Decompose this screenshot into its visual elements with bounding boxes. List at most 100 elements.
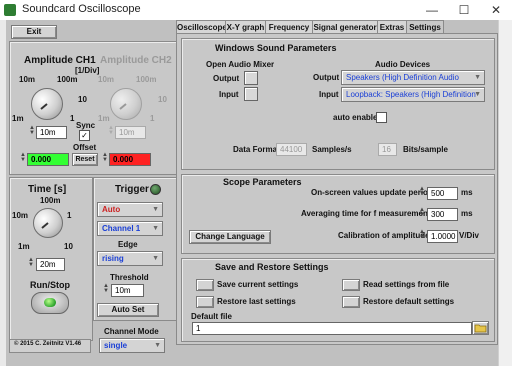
close-button[interactable]: ✕ [480,0,512,20]
time-knob[interactable] [33,208,63,238]
averaging-spinner[interactable]: ▲ ▼ [419,207,425,219]
offset-ch2-field[interactable]: 0.000 [109,153,151,166]
bits-unit: Bits/sample [403,145,448,154]
time-spinner[interactable]: ▲ ▼ [28,257,34,269]
tab-frequency[interactable]: Frequency [265,20,313,34]
sample-rate-field[interactable]: 44100 [276,143,307,156]
chevron-down-icon: ▼ [474,91,481,98]
chevron-down-icon: ▼ [152,225,159,232]
time-tick-1m: 1m [18,242,30,251]
output-device-dropdown[interactable]: Speakers (High Definition Audio ▼ [341,70,485,85]
ch2-tick-1m: 1m [98,114,110,123]
scrollbar[interactable] [498,20,512,366]
onscreen-unit: ms [461,188,473,197]
input-device-dropdown[interactable]: Loopback: Speakers (High Definition ▼ [341,87,485,102]
browse-folder-button[interactable] [472,321,489,335]
input-device-value: Loopback: Speakers (High Definition [346,90,476,99]
restore-default-label: Restore default settings [363,297,455,306]
averaging-field[interactable]: 300 [427,208,458,221]
trigger-channel-dropdown[interactable]: Channel 1 ▼ [97,221,163,236]
bits-field[interactable]: 16 [378,143,397,156]
tab-xy-graph[interactable]: X-Y graph [225,20,266,34]
app-icon [4,4,16,16]
averaging-label: Averaging time for f measurement [301,209,431,218]
runstop-button[interactable] [31,292,69,314]
channel-mode-label: Channel Mode [104,327,159,336]
offset-ch2-spinner[interactable]: ▲ ▼ [102,152,108,164]
ch1-tick-10m: 10m [19,75,36,84]
time-field[interactable]: 20m [36,258,65,271]
time-tick-1: 1 [67,211,72,220]
calibration-field[interactable]: 1.0000 [427,230,458,243]
edge-label: Edge [118,240,138,249]
sync-checkbox[interactable]: ✓ [79,130,90,141]
sync-label: Sync [76,121,96,130]
mixer-input-button[interactable] [244,87,258,101]
restore-last-label: Restore last settings [217,297,296,306]
trigger-title: Trigger [115,184,149,195]
ch2-amplitude-field[interactable]: 10m [115,126,146,139]
read-from-file-button[interactable] [342,279,360,291]
ch1-tick-100m: 100m [57,75,78,84]
mixer-output-button[interactable] [244,71,258,85]
tab-signal-generator[interactable]: Signal generator [312,20,378,34]
ch1-spinner[interactable]: ▲ ▼ [29,125,35,137]
tab-oscilloscope[interactable]: Oscilloscope [176,20,227,34]
ch1-unit: [1/Div] [75,66,100,75]
ch2-amplitude-knob[interactable] [110,88,142,120]
onscreen-label: On-screen values update period [311,188,433,197]
run-indicator [44,298,56,307]
devices-title: Audio Devices [375,60,431,69]
save-restore-title: Save and Restore Settings [215,262,329,272]
offset-ch1-field[interactable]: 0.000 [27,153,69,166]
trigger-led [150,184,161,195]
threshold-spinner[interactable]: ▲ ▼ [103,283,109,295]
auto-enable-checkbox[interactable] [376,112,387,123]
windows-sound-title: Windows Sound Parameters [215,43,337,53]
change-language-button[interactable]: Change Language [189,230,271,244]
save-current-label: Save current settings [217,280,299,289]
autoset-button[interactable]: Auto Set [97,303,159,317]
scope-parameters-title: Scope Parameters [223,177,302,187]
calibration-spinner[interactable]: ▲ ▼ [419,229,425,241]
time-tick-100m: 100m [40,196,61,205]
ch2-spinner[interactable]: ▲ ▼ [108,125,114,137]
time-title: Time [s] [28,184,67,195]
window-title: Soundcard Oscilloscope [22,3,141,15]
offset-ch1-spinner[interactable]: ▲ ▼ [20,152,26,164]
channel-mode-dropdown[interactable]: single ▼ [99,338,165,353]
runstop-label: Run/Stop [30,280,70,290]
default-file-field[interactable]: 1 [192,322,472,335]
ch1-tick-1: 1 [70,114,75,123]
time-tick-10m: 10m [12,211,29,220]
ch2-tick-1: 1 [150,114,155,123]
minimize-button[interactable]: — [416,0,448,20]
data-format-label: Data Format [233,145,280,154]
ch2-tick-10m: 10m [98,75,115,84]
offset-reset-button[interactable]: Reset [72,153,98,166]
calibration-unit: V/Div [459,231,480,240]
ch1-amplitude-field[interactable]: 10m [36,126,67,139]
tab-extras[interactable]: Extras [377,20,407,34]
threshold-field[interactable]: 10m [111,284,144,297]
trigger-panel [93,177,177,321]
ch1-tick-10: 10 [78,95,87,104]
trigger-mode-dropdown[interactable]: Auto ▼ [97,202,163,217]
threshold-label: Threshold [110,273,149,282]
maximize-button[interactable]: ☐ [448,0,480,20]
exit-button[interactable]: Exit [11,25,57,39]
offset-label: Offset [73,143,97,152]
ch1-amplitude-knob[interactable] [31,88,63,120]
onscreen-field[interactable]: 500 [427,187,458,200]
save-current-button[interactable] [196,279,214,291]
time-tick-10: 10 [64,242,73,251]
onscreen-spinner[interactable]: ▲ ▼ [419,186,425,198]
chevron-down-icon: ▼ [152,255,159,262]
chevron-down-icon: ▼ [152,206,159,213]
edge-dropdown[interactable]: rising ▼ [97,251,163,266]
restore-last-button[interactable] [196,296,214,308]
mixer-title: Open Audio Mixer [206,60,275,69]
read-from-file-label: Read settings from file [363,280,450,289]
ch2-tick-100m: 100m [136,75,157,84]
restore-default-button[interactable] [342,296,360,308]
